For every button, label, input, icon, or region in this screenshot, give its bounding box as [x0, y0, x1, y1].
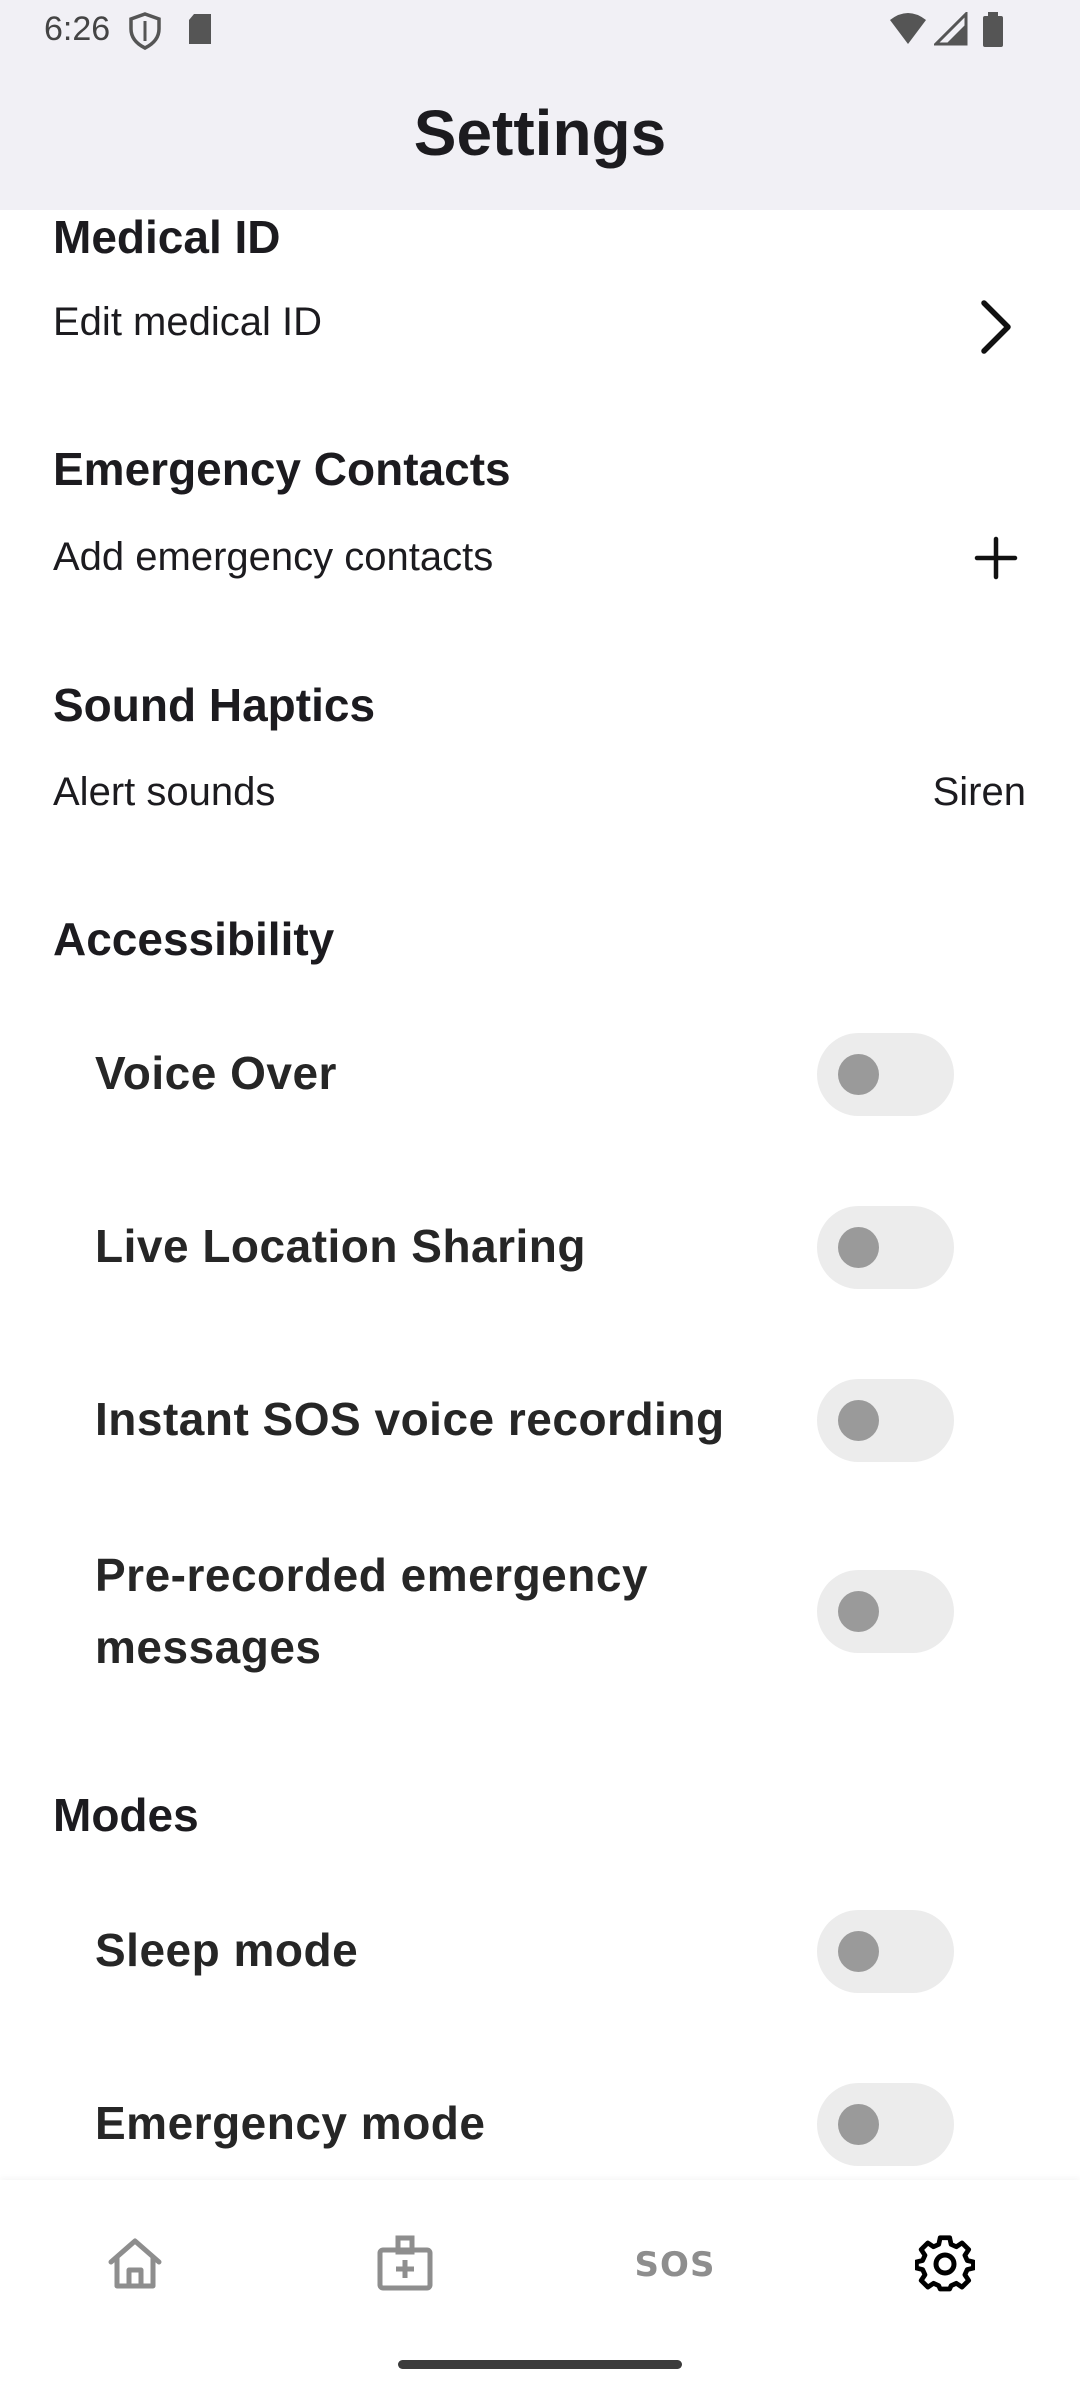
- toggle-knob: [838, 1400, 879, 1441]
- live-location-sharing-toggle[interactable]: [817, 1206, 954, 1289]
- instant-sos-voice-recording-toggle[interactable]: [817, 1379, 954, 1462]
- voice-over-label: Voice Over: [95, 1047, 337, 1099]
- shield-icon: [128, 12, 162, 59]
- pre-recorded-messages-label-line2: messages: [95, 1621, 322, 1673]
- battery-icon: [982, 12, 1004, 57]
- live-location-sharing-label: Live Location Sharing: [95, 1220, 587, 1272]
- sleep-mode-label: Sleep mode: [95, 1924, 359, 1976]
- alert-sounds-label: Alert sounds: [53, 770, 276, 814]
- page-title: Settings: [413, 97, 667, 169]
- plus-icon[interactable]: [974, 536, 1018, 585]
- app-bar: Settings: [0, 62, 1080, 210]
- section-title-medical-id: Medical ID: [53, 211, 281, 263]
- sos-label: SOS: [634, 2245, 716, 2285]
- gear-icon: [914, 2233, 976, 2298]
- alert-sounds-row[interactable]: Alert sounds Siren: [0, 745, 1080, 845]
- add-emergency-contacts-row[interactable]: Add emergency contacts: [0, 510, 1080, 610]
- section-title-modes: Modes: [53, 1789, 199, 1841]
- toggle-knob: [838, 1931, 879, 1972]
- section-title-sound-haptics: Sound Haptics: [53, 679, 376, 731]
- pre-recorded-messages-label-line1: Pre-recorded emergency: [95, 1549, 649, 1601]
- edit-medical-id-label: Edit medical ID: [53, 300, 322, 344]
- add-emergency-contacts-label: Add emergency contacts: [53, 535, 494, 579]
- emergency-mode-label: Emergency mode: [95, 2097, 486, 2149]
- home-icon: [106, 2236, 164, 2295]
- chevron-right-icon[interactable]: [974, 299, 1016, 360]
- status-time: 6:26: [44, 10, 111, 48]
- instant-sos-voice-recording-label: Instant SOS voice recording: [95, 1393, 725, 1445]
- sd-card-icon: [186, 12, 214, 55]
- medical-id-icon: [376, 2234, 434, 2297]
- nav-settings[interactable]: [900, 2220, 990, 2310]
- settings-list[interactable]: Medical ID Edit medical ID Emergency Con…: [0, 210, 1080, 2180]
- nav-home[interactable]: [90, 2220, 180, 2310]
- section-title-emergency-contacts: Emergency Contacts: [53, 443, 511, 495]
- toggle-knob: [838, 1054, 879, 1095]
- toggle-knob: [838, 2104, 879, 2145]
- sleep-mode-toggle[interactable]: [817, 1910, 954, 1993]
- edit-medical-id-row[interactable]: Edit medical ID: [0, 275, 1080, 375]
- nav-sos[interactable]: SOS: [630, 2220, 720, 2310]
- voice-over-toggle[interactable]: [817, 1033, 954, 1116]
- toggle-knob: [838, 1591, 879, 1632]
- nav-medical-id[interactable]: [360, 2220, 450, 2310]
- emergency-mode-toggle[interactable]: [817, 2083, 954, 2166]
- status-bar: 6:26: [0, 0, 1080, 62]
- home-indicator[interactable]: [398, 2360, 682, 2369]
- alert-sounds-value[interactable]: Siren: [933, 770, 1026, 815]
- pre-recorded-messages-toggle[interactable]: [817, 1570, 954, 1653]
- signal-icon: [932, 10, 968, 55]
- wifi-icon: [888, 12, 928, 55]
- toggle-knob: [838, 1227, 879, 1268]
- section-title-accessibility: Accessibility: [53, 913, 335, 965]
